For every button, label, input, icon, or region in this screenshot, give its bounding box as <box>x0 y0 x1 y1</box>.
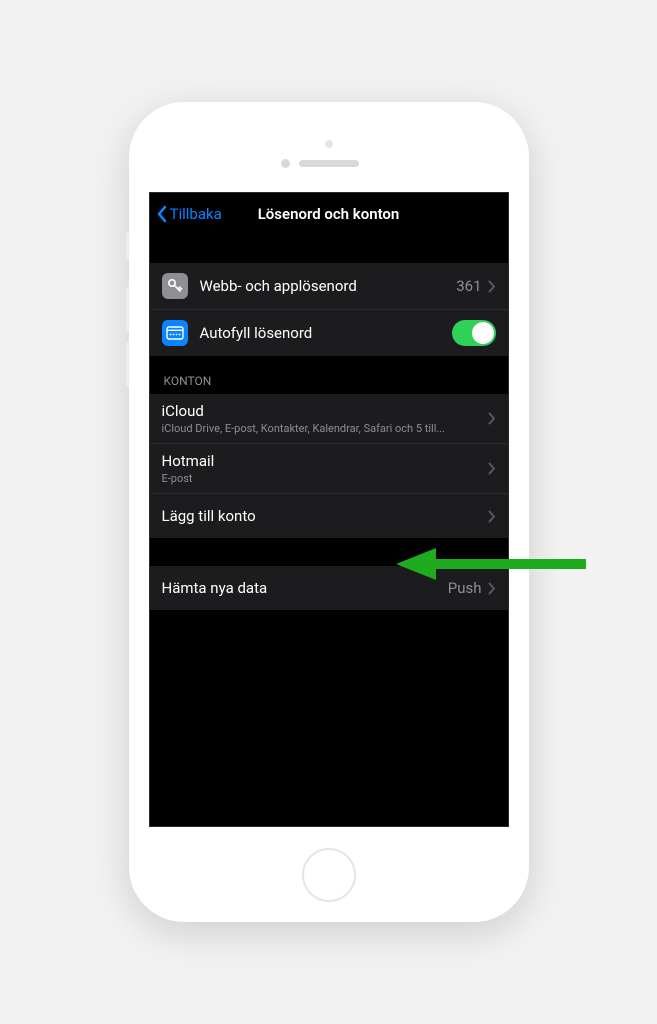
account-subtitle: E-post <box>162 472 488 485</box>
chevron-right-icon <box>488 510 496 523</box>
web-app-passwords-count: 361 <box>456 277 481 295</box>
account-title: Hotmail <box>162 452 488 470</box>
autofill-label: Autofyll lösenord <box>200 324 452 342</box>
account-subtitle: iCloud Drive, E-post, Kontakter, Kalendr… <box>162 422 488 435</box>
page-title: Lösenord och konton <box>258 205 400 223</box>
accounts-section: iCloud iCloud Drive, E-post, Kontakter, … <box>150 394 508 538</box>
autofill-toggle[interactable] <box>452 320 496 346</box>
screen: Tillbaka Lösenord och konton Webb- och a… <box>149 192 509 827</box>
mute-switch <box>126 232 129 260</box>
speaker-grille <box>299 160 359 167</box>
autofill-passwords-row[interactable]: Autofyll lösenord <box>150 310 508 356</box>
web-app-passwords-label: Webb- och applösenord <box>200 277 457 295</box>
chevron-right-icon <box>488 462 496 475</box>
key-icon <box>162 273 188 299</box>
fetch-data-row[interactable]: Hämta nya data Push <box>150 566 508 610</box>
add-account-label: Lägg till konto <box>162 507 488 525</box>
back-label: Tillbaka <box>170 205 222 223</box>
front-camera <box>281 159 290 168</box>
chevron-right-icon <box>488 412 496 425</box>
volume-up-button <box>126 287 129 332</box>
sensor-dot <box>325 140 333 148</box>
phone-frame: Tillbaka Lösenord och konton Webb- och a… <box>129 102 529 922</box>
account-row-hotmail[interactable]: Hotmail E-post <box>150 444 508 494</box>
fetch-label: Hämta nya data <box>162 579 448 597</box>
web-app-passwords-row[interactable]: Webb- och applösenord 361 <box>150 263 508 310</box>
autofill-icon <box>162 320 188 346</box>
passwords-section: Webb- och applösenord 361 Autofyll lösen… <box>150 263 508 356</box>
account-title: iCloud <box>162 402 488 420</box>
account-row-icloud[interactable]: iCloud iCloud Drive, E-post, Kontakter, … <box>150 394 508 444</box>
fetch-value: Push <box>448 579 482 597</box>
chevron-right-icon <box>488 582 496 595</box>
chevron-right-icon <box>488 280 496 293</box>
fetch-section: Hämta nya data Push <box>150 566 508 610</box>
add-account-row[interactable]: Lägg till konto <box>150 494 508 538</box>
navigation-bar: Tillbaka Lösenord och konton <box>150 193 508 233</box>
home-button[interactable] <box>302 848 356 902</box>
chevron-left-icon <box>156 205 168 223</box>
back-button[interactable]: Tillbaka <box>156 205 222 223</box>
volume-down-button <box>126 342 129 387</box>
accounts-header: KONTON <box>150 356 508 394</box>
